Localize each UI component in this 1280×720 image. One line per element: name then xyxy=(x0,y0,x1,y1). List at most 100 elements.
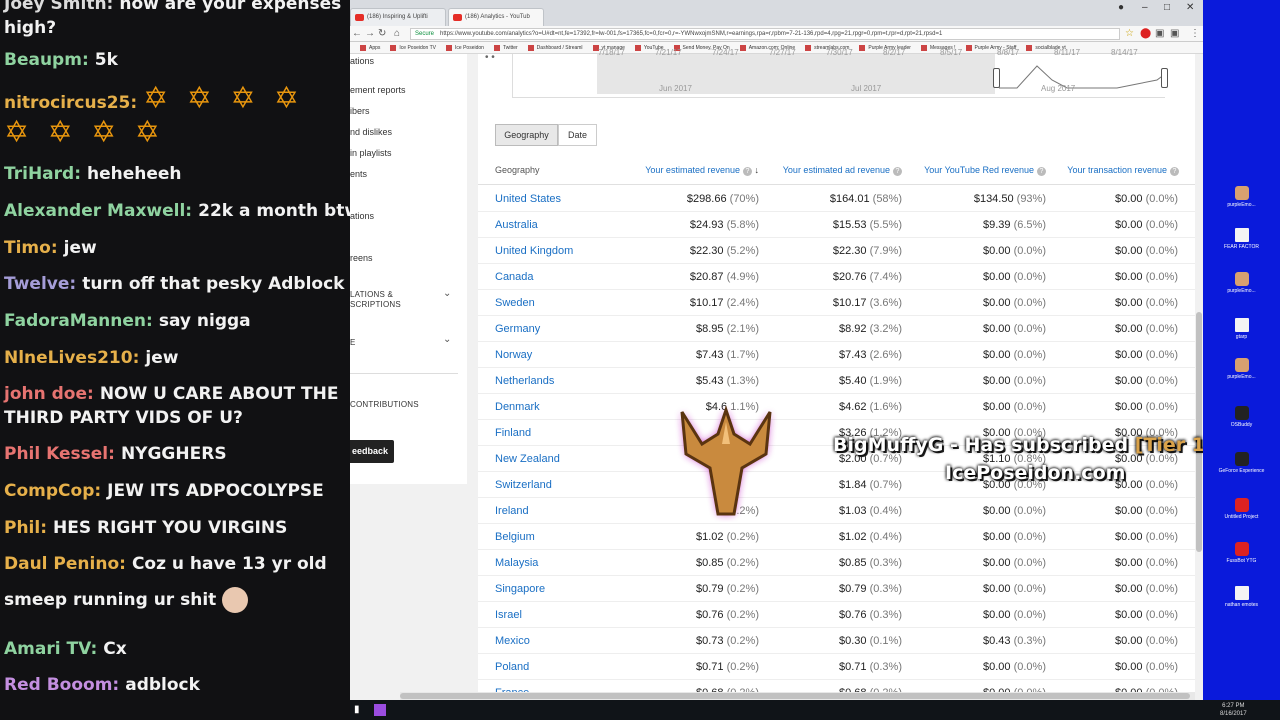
sidebar-item[interactable]: in playlists xyxy=(350,148,392,158)
chat-username[interactable]: Alexander Maxwell: xyxy=(4,201,192,221)
more-icon[interactable]: • • xyxy=(485,52,495,63)
country-link[interactable]: Sweden xyxy=(495,297,535,309)
sidebar-item[interactable]: ations xyxy=(350,56,374,66)
revenue-column-header[interactable]: Your YouTube Red revenue? xyxy=(924,165,1046,176)
scroll-thumb[interactable] xyxy=(1196,312,1202,552)
country-link[interactable]: United Kingdom xyxy=(495,245,573,257)
country-link[interactable]: Denmark xyxy=(495,401,540,413)
twitch-taskbar-icon[interactable] xyxy=(374,704,386,716)
chevron-down-icon[interactable]: ⌄ xyxy=(443,334,451,345)
desktop-shortcut[interactable]: gtarp xyxy=(1203,318,1280,340)
chat-username[interactable]: Timo: xyxy=(4,238,58,258)
chevron-down-icon[interactable]: ⌄ xyxy=(443,288,451,299)
tab-inspiring[interactable]: (186) Inspiring & Uplifti xyxy=(350,8,446,26)
geography-view-button[interactable]: Geography xyxy=(495,124,558,146)
chat-username[interactable]: Amari TV: xyxy=(4,639,97,659)
chat-username[interactable]: Phil: xyxy=(4,518,47,538)
chat-username[interactable]: Phil Kessel: xyxy=(4,444,115,464)
desktop-shortcut[interactable]: purpleEmo... xyxy=(1203,358,1280,380)
chrome-taskbar-icon[interactable]: ▮ xyxy=(354,704,366,716)
country-link[interactable]: Norway xyxy=(495,349,532,361)
chat-username[interactable]: john doe: xyxy=(4,384,94,404)
desktop-shortcut[interactable]: purpleEmo... xyxy=(1203,186,1280,208)
sidebar-item[interactable]: ents xyxy=(350,169,367,179)
country-link[interactable]: Belgium xyxy=(495,531,535,543)
revenue-column-header[interactable]: Your transaction revenue? xyxy=(1067,165,1179,176)
sidebar-section-translations[interactable]: LATIONS & SCRIPTIONS xyxy=(350,290,401,310)
range-start-handle[interactable] xyxy=(993,68,1000,88)
country-link[interactable]: Switzerland xyxy=(495,479,552,491)
sidebar-section-e[interactable]: E xyxy=(350,338,356,348)
country-link[interactable]: Canada xyxy=(495,271,534,283)
chat-username[interactable]: CompCop: xyxy=(4,481,101,501)
minimize-icon[interactable]: – xyxy=(1142,2,1148,13)
revenue-column-header[interactable]: Your estimated revenue? ↓ xyxy=(645,165,759,176)
help-icon[interactable]: ? xyxy=(742,167,752,176)
sidebar-item[interactable]: nd dislikes xyxy=(350,127,392,137)
country-link[interactable]: United States xyxy=(495,193,561,205)
desktop-shortcut[interactable]: Untitled Project xyxy=(1203,498,1280,520)
country-link[interactable]: Ireland xyxy=(495,505,529,517)
help-icon[interactable]: ? xyxy=(1037,167,1046,176)
forward-icon[interactable]: → xyxy=(365,28,375,39)
chat-username[interactable]: Joey Smith: xyxy=(4,0,113,14)
send-feedback-button[interactable]: eedback xyxy=(350,440,394,463)
home-icon[interactable]: ⌂ xyxy=(394,28,400,39)
bookmark-item[interactable]: Dashboard / Streaml xyxy=(528,42,583,53)
horizontal-scroll-thumb[interactable] xyxy=(400,693,1190,699)
date-view-button[interactable]: Date xyxy=(558,124,597,146)
close-icon[interactable]: ✕ xyxy=(1186,2,1194,13)
back-icon[interactable]: ← xyxy=(352,28,362,39)
chat-username[interactable]: nitrocircus25: xyxy=(4,93,137,113)
bookmark-item[interactable]: Twitter xyxy=(494,42,518,53)
country-link[interactable]: Singapore xyxy=(495,583,545,595)
menu-icon[interactable]: ⋮ xyxy=(1190,28,1200,39)
reload-icon[interactable]: ↻ xyxy=(378,28,386,39)
extension-icon[interactable]: ▣ xyxy=(1170,28,1179,39)
range-end-handle[interactable] xyxy=(1161,68,1168,88)
desktop-shortcut[interactable]: nathan emotes xyxy=(1203,586,1280,608)
help-icon[interactable]: ? xyxy=(1170,167,1179,176)
country-link[interactable]: Malaysia xyxy=(495,557,538,569)
chat-username[interactable]: NlneLives210: xyxy=(4,348,139,368)
chat-username[interactable]: Beaupm: xyxy=(4,50,89,70)
url-field[interactable]: Secure https://www.youtube.com/analytics?… xyxy=(410,28,1120,40)
maximize-icon[interactable]: □ xyxy=(1164,2,1170,13)
sidebar-item[interactable]: reens xyxy=(350,253,373,263)
horizontal-scrollbar[interactable] xyxy=(400,692,1195,700)
bookmark-item[interactable]: Ice Poseidon TV xyxy=(390,42,436,53)
revenue-column-header[interactable]: Your estimated ad revenue? xyxy=(783,165,902,176)
country-link[interactable]: Poland xyxy=(495,661,529,673)
country-link[interactable]: Germany xyxy=(495,323,540,335)
chat-username[interactable]: Red Booom: xyxy=(4,675,119,695)
chat-username[interactable]: TriHard: xyxy=(4,164,81,184)
tab-analytics[interactable]: (186) Analytics - YouTub xyxy=(448,8,544,26)
desktop-shortcut[interactable]: FEAR FACTOR xyxy=(1203,228,1280,250)
country-link[interactable]: Australia xyxy=(495,219,538,231)
sidebar-item[interactable]: ement reports xyxy=(350,85,406,95)
chat-username[interactable]: Daul Penino: xyxy=(4,554,126,574)
account-icon[interactable]: ● xyxy=(1118,2,1124,13)
extension-icon[interactable]: ▣ xyxy=(1155,28,1164,39)
country-link[interactable]: Mexico xyxy=(495,635,530,647)
bookmark-item[interactable]: Apps xyxy=(360,42,380,53)
desktop-shortcut[interactable]: purpleEmo... xyxy=(1203,272,1280,294)
sidebar-section-contributions[interactable]: CONTRIBUTIONS xyxy=(350,400,419,410)
chat-username[interactable]: FadoraMannen: xyxy=(4,311,153,331)
sidebar-item[interactable]: ibers xyxy=(350,106,370,116)
bookmark-item[interactable]: Ice Poseidon xyxy=(446,42,484,53)
help-icon[interactable]: ? xyxy=(893,167,902,176)
country-link[interactable]: Netherlands xyxy=(495,375,554,387)
desktop-shortcut[interactable]: GeForce Experience xyxy=(1203,452,1280,474)
desktop-shortcut[interactable]: FussBot YTG xyxy=(1203,542,1280,564)
sort-down-icon[interactable]: ↓ xyxy=(752,165,759,175)
chat-username[interactable]: Twelve: xyxy=(4,274,76,294)
sidebar-item[interactable]: ations xyxy=(350,211,374,221)
country-link[interactable]: Israel xyxy=(495,609,522,621)
vertical-scrollbar[interactable] xyxy=(1195,54,1203,700)
star-icon[interactable]: ☆ xyxy=(1125,28,1134,39)
country-link[interactable]: New Zealand xyxy=(495,453,560,465)
desktop-shortcut[interactable]: OSBuddy xyxy=(1203,406,1280,428)
country-link[interactable]: Finland xyxy=(495,427,531,439)
adblock-icon[interactable]: ⬤ xyxy=(1140,28,1151,39)
